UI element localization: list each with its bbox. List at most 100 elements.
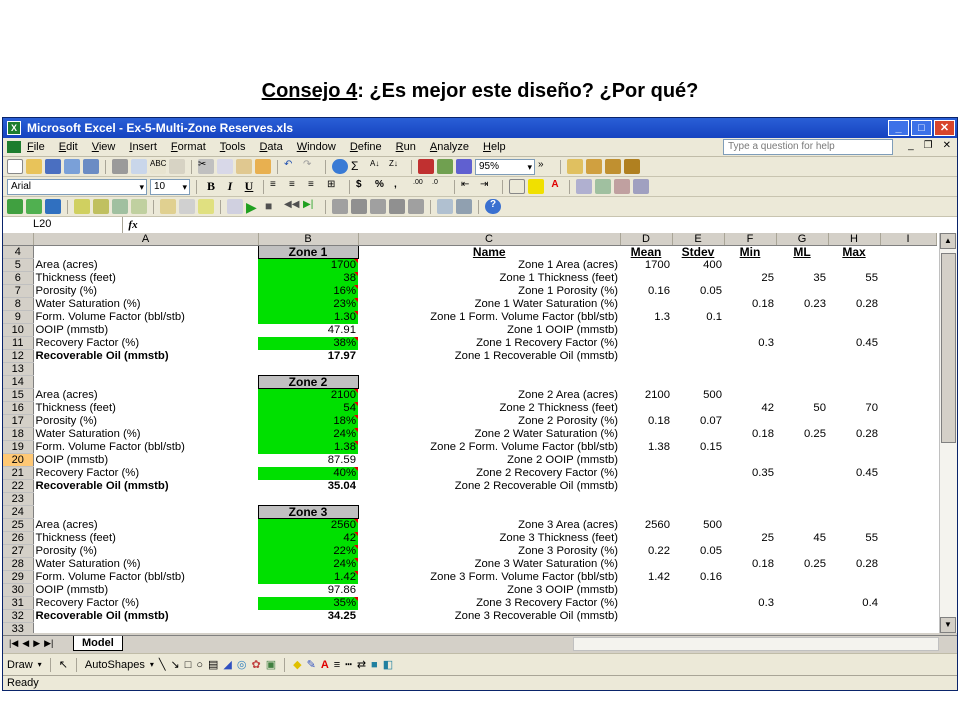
cell[interactable] xyxy=(880,519,936,532)
zone-title-cell[interactable]: Zone 2 xyxy=(257,375,359,389)
crystal-ball-icon-3[interactable] xyxy=(605,159,621,174)
cell[interactable] xyxy=(880,246,936,259)
stdev-cell[interactable] xyxy=(672,337,724,350)
min-cell[interactable] xyxy=(724,311,776,324)
cell[interactable] xyxy=(880,298,936,311)
copy-data-icon[interactable] xyxy=(93,199,109,214)
max-cell[interactable] xyxy=(828,441,880,454)
min-cell[interactable] xyxy=(724,285,776,298)
font-select[interactable]: Arial xyxy=(7,178,147,195)
row-header[interactable]: 7 xyxy=(3,284,34,298)
cell[interactable] xyxy=(880,259,936,272)
ml-cell[interactable]: 35 xyxy=(776,272,828,285)
function-icon[interactable]: fx xyxy=(123,219,143,231)
cut-icon[interactable]: ✂ xyxy=(198,159,214,174)
email-icon[interactable] xyxy=(83,159,99,174)
cell[interactable] xyxy=(828,493,880,506)
min-cell[interactable] xyxy=(724,454,776,467)
shadow-icon[interactable]: ■ xyxy=(371,659,378,671)
arrow-icon[interactable]: ↘ xyxy=(170,658,179,671)
cell[interactable] xyxy=(33,623,258,634)
format-painter-icon[interactable] xyxy=(255,159,271,174)
cell[interactable] xyxy=(880,311,936,324)
max-cell[interactable] xyxy=(828,415,880,428)
ml-cell[interactable] xyxy=(776,350,828,363)
new-icon[interactable] xyxy=(7,159,23,174)
menu-edit[interactable]: Edit xyxy=(59,141,78,153)
cell[interactable] xyxy=(672,493,724,506)
cell[interactable] xyxy=(880,532,936,545)
mean-cell[interactable] xyxy=(620,402,672,415)
ml-cell[interactable] xyxy=(776,610,828,623)
mean-cell[interactable]: 0.18 xyxy=(620,415,672,428)
align-right-icon[interactable]: ≡ xyxy=(308,179,324,194)
name-cell[interactable]: Zone 3 Porosity (%) xyxy=(358,545,620,558)
name-cell[interactable]: Zone 1 Thickness (feet) xyxy=(358,272,620,285)
cell[interactable] xyxy=(776,506,828,519)
parameter-label[interactable]: OOIP (mmstb) xyxy=(33,584,258,597)
parameter-label[interactable]: Thickness (feet) xyxy=(33,532,258,545)
cell[interactable] xyxy=(776,363,828,376)
sort-ascending-icon[interactable]: A↓ xyxy=(370,159,386,174)
name-cell[interactable]: Zone 1 Recoverable Oil (mmstb) xyxy=(358,350,620,363)
stdev-cell[interactable] xyxy=(672,402,724,415)
chart-wizard-icon[interactable] xyxy=(418,159,434,174)
max-cell[interactable] xyxy=(828,454,880,467)
crystal-ball-icon-1[interactable] xyxy=(567,159,583,174)
single-step-icon[interactable]: ▶| xyxy=(303,199,319,214)
max-header[interactable]: Max xyxy=(828,246,880,259)
forecast-chart-icon[interactable] xyxy=(332,199,348,214)
extract-data-icon[interactable] xyxy=(456,199,472,214)
stdev-cell[interactable]: 500 xyxy=(672,389,724,402)
cell[interactable] xyxy=(880,428,936,441)
name-cell[interactable]: Zone 3 Thickness (feet) xyxy=(358,532,620,545)
merge-center-icon[interactable]: ⊞ xyxy=(327,179,343,194)
name-cell[interactable]: Zone 2 Thickness (feet) xyxy=(358,402,620,415)
help-icon[interactable]: ? xyxy=(485,199,501,214)
cell[interactable] xyxy=(880,506,936,519)
fill-color-draw-icon[interactable]: ◆ xyxy=(293,658,301,671)
stdev-cell[interactable] xyxy=(672,532,724,545)
3d-icon[interactable]: ◧ xyxy=(383,658,393,671)
clipart-icon[interactable]: ✿ xyxy=(252,658,261,671)
cell[interactable] xyxy=(724,363,776,376)
borders-icon[interactable] xyxy=(509,179,525,194)
assumption-cell[interactable]: 1.38 xyxy=(258,440,358,454)
assumption-cell[interactable]: 38 xyxy=(258,271,358,285)
crystal-ball-paste-icon[interactable] xyxy=(633,179,649,194)
row-header[interactable]: 16 xyxy=(3,401,34,415)
stop-simulation-icon[interactable]: ■ xyxy=(265,199,281,214)
print-icon[interactable] xyxy=(112,159,128,174)
font-color-icon[interactable]: A xyxy=(547,179,563,194)
assumption-cell[interactable]: 24% xyxy=(258,427,358,441)
parameter-label[interactable]: OOIP (mmstb) xyxy=(33,454,258,467)
cell[interactable] xyxy=(620,363,672,376)
stdev-cell[interactable] xyxy=(672,480,724,493)
mean-cell[interactable]: 1.38 xyxy=(620,441,672,454)
doc-close-icon[interactable]: ✕ xyxy=(943,140,951,151)
assumption-cell[interactable]: 16% xyxy=(258,284,358,298)
max-cell[interactable] xyxy=(828,285,880,298)
row-header[interactable]: 8 xyxy=(3,297,34,311)
drawing-icon[interactable] xyxy=(437,159,453,174)
mean-cell[interactable] xyxy=(620,454,672,467)
cell[interactable] xyxy=(828,506,880,519)
column-header[interactable]: F xyxy=(724,233,777,246)
cell[interactable] xyxy=(828,363,880,376)
name-cell[interactable]: Zone 2 Area (acres) xyxy=(358,389,620,402)
stdev-cell[interactable]: 500 xyxy=(672,519,724,532)
mean-cell[interactable]: 0.22 xyxy=(620,545,672,558)
cell[interactable] xyxy=(880,493,936,506)
parameter-label[interactable]: Area (acres) xyxy=(33,519,258,532)
italic-button[interactable]: I xyxy=(222,179,238,194)
redo-icon[interactable]: ↷ xyxy=(303,159,319,174)
cell[interactable] xyxy=(672,623,724,634)
decrease-decimal-icon[interactable]: .0 xyxy=(432,179,448,194)
stdev-cell[interactable] xyxy=(672,610,724,623)
cell[interactable] xyxy=(880,363,936,376)
name-cell[interactable]: Zone 2 Water Saturation (%) xyxy=(358,428,620,441)
parameter-label[interactable]: Water Saturation (%) xyxy=(33,428,258,441)
window-titlebar[interactable]: X Microsoft Excel - Ex-5-Multi-Zone Rese… xyxy=(3,118,957,138)
prev-sheet-icon[interactable]: ◀ xyxy=(22,638,29,649)
draw-menu[interactable]: Draw xyxy=(7,659,33,671)
